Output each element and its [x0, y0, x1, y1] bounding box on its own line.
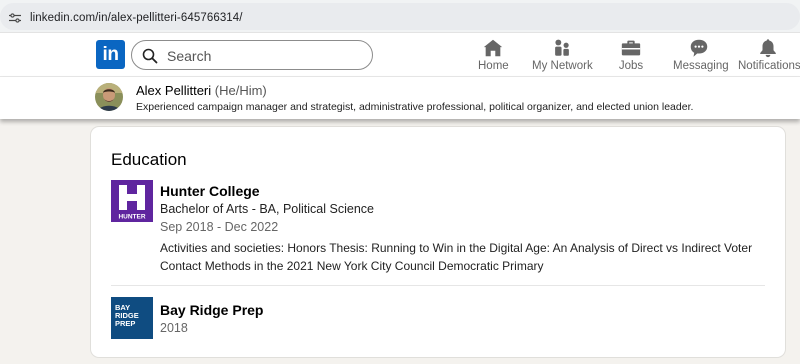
search-icon — [142, 48, 158, 64]
activities-line: Activities and societies: Honors Thesis:… — [160, 241, 753, 255]
degree: Bachelor of Arts - BA, Political Science — [160, 202, 374, 216]
site-settings-icon[interactable] — [9, 13, 21, 23]
nav-item-label: Notifications — [738, 60, 800, 72]
nav-item-label: My Network — [532, 60, 593, 72]
briefcase-icon — [621, 40, 641, 56]
activities-and-societies: Activities and societies: Honors Thesis:… — [160, 239, 760, 275]
network-icon — [555, 39, 569, 56]
url-text[interactable]: linkedin.com/in/alex-pellitteri-64576631… — [30, 12, 243, 24]
browser-address-bar: linkedin.com/in/alex-pellitteri-64576631… — [0, 0, 800, 33]
activities-line: Contact Methods in the 2021 New York Cit… — [160, 259, 544, 273]
section-title: Education — [111, 150, 187, 169]
divider — [111, 285, 765, 286]
nav-item-notifications[interactable]: Notifications — [738, 37, 800, 75]
bell-icon — [760, 39, 776, 58]
education-dates: 2018 — [160, 321, 188, 335]
education-section: Education HUNTER Hunter College Bachelor… — [91, 127, 785, 357]
education-dates: Sep 2018 - Dec 2022 — [160, 220, 279, 234]
profile-pronouns: (He/Him) — [214, 83, 267, 98]
bay-logo-line: PREP — [115, 319, 136, 328]
messaging-icon — [690, 39, 708, 57]
global-nav: in Home My Network Jobs — [0, 33, 800, 77]
nav-item-label: Home — [478, 60, 509, 72]
profile-name: Alex Pellitteri (He/Him) — [136, 83, 267, 98]
hunter-logo-mark: HUNTER — [111, 180, 153, 222]
profile-sticky-header: Alex Pellitteri (He/Him) Experienced cam… — [0, 77, 800, 119]
linkedin-logo[interactable]: in — [96, 40, 125, 69]
profile-photo — [95, 83, 123, 111]
hunter-logo-text: HUNTER — [118, 214, 145, 221]
nav-item-jobs[interactable]: Jobs — [616, 37, 646, 75]
nav-item-my-network[interactable]: My Network — [532, 37, 593, 75]
nav-item-label: Messaging — [673, 60, 729, 72]
nav-item-label: Jobs — [618, 60, 644, 72]
nav-item-messaging[interactable]: Messaging — [673, 37, 729, 75]
hunter-college-logo[interactable]: HUNTER — [111, 180, 153, 222]
profile-headline: Experienced campaign manager and strateg… — [136, 101, 694, 113]
profile-name-text: Alex Pellitteri — [136, 83, 212, 98]
bay-ridge-prep-logo[interactable]: BAY RIDGE PREP — [111, 297, 153, 339]
school-name[interactable]: Bay Ridge Prep — [160, 302, 263, 318]
home-icon — [483, 39, 503, 57]
search-box[interactable] — [131, 40, 373, 70]
url-field[interactable]: linkedin.com/in/alex-pellitteri-64576631… — [0, 3, 800, 30]
school-name[interactable]: Hunter College — [160, 183, 260, 199]
nav-item-home[interactable]: Home — [478, 37, 509, 75]
search-input[interactable] — [167, 45, 362, 66]
avatar[interactable] — [95, 83, 123, 111]
